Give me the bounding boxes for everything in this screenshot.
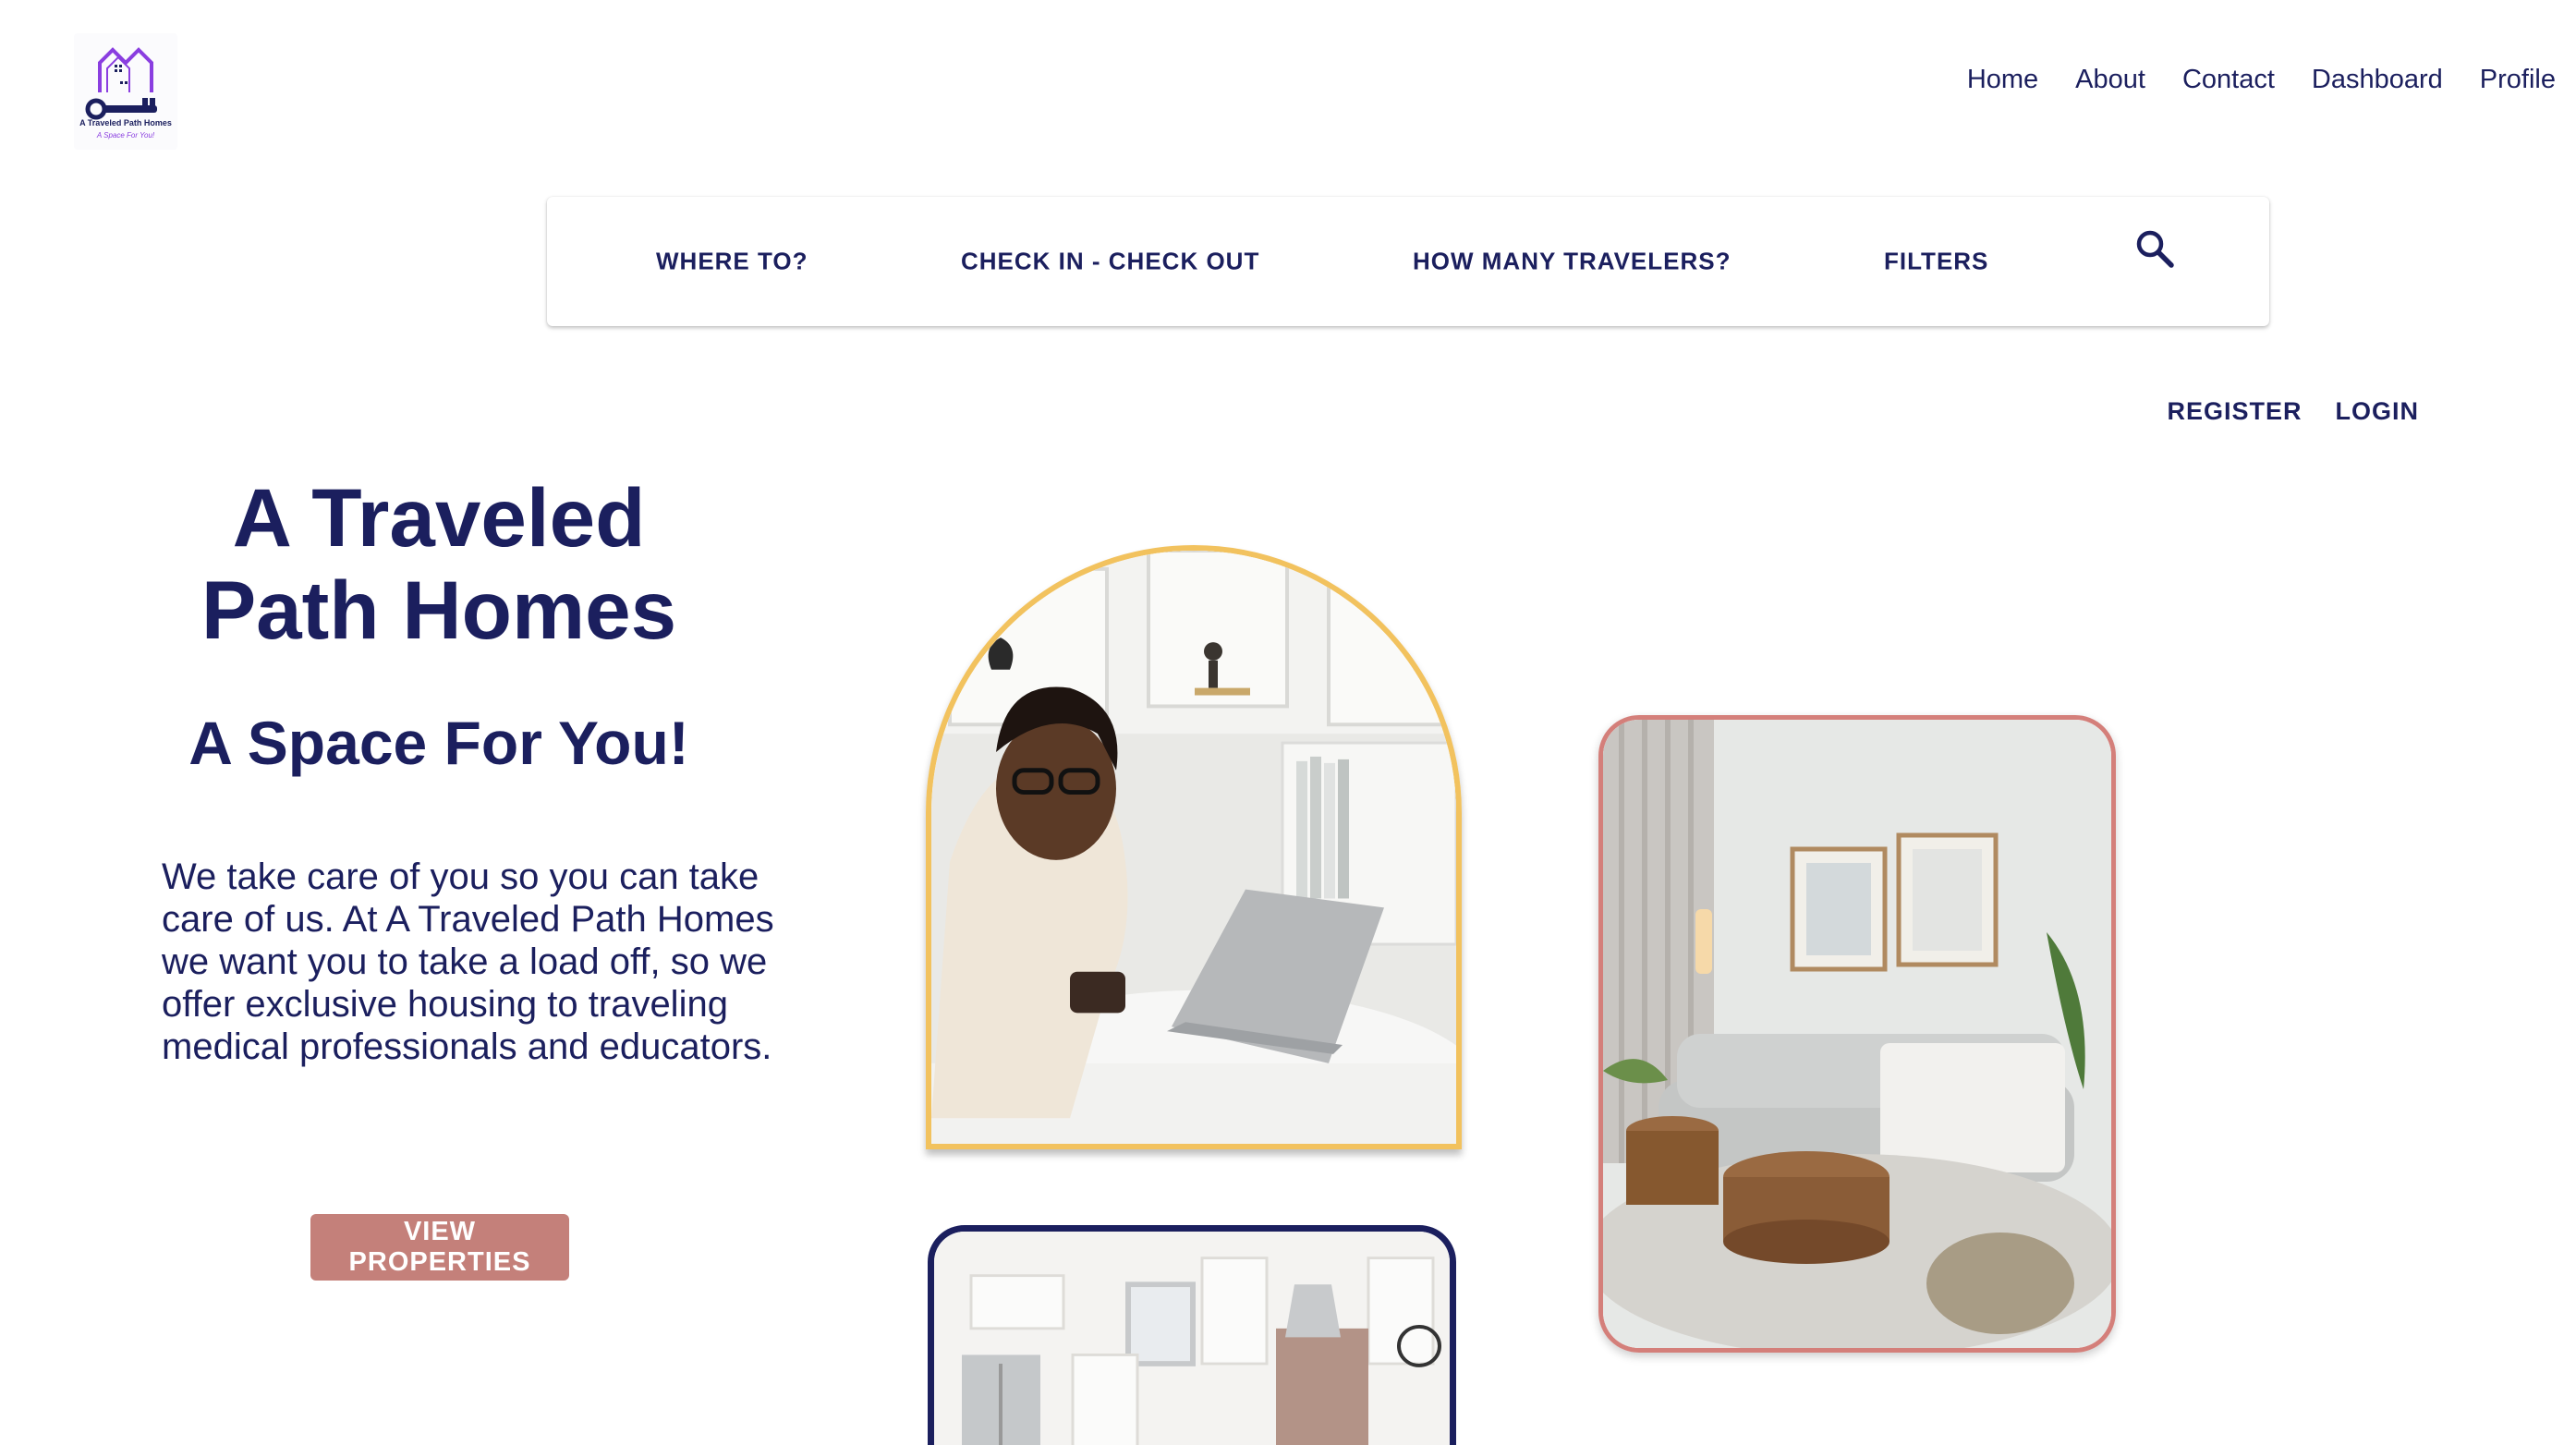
view-properties-button[interactable]: VIEW PROPERTIES <box>310 1214 569 1281</box>
kitchen-photo <box>928 1225 1456 1445</box>
nav-contact-link[interactable]: Contact <box>2182 65 2275 95</box>
login-link[interactable]: LOGIN <box>2336 397 2420 426</box>
filters-button[interactable]: FILTERS <box>1884 248 1988 276</box>
hero-subtitle: A Space For You! <box>188 709 689 777</box>
woman-laptop-photo <box>926 545 1462 1149</box>
nav-profile-link[interactable]: Profile <box>2480 65 2556 95</box>
nav-home-link[interactable]: Home <box>1967 65 2038 95</box>
where-to-field[interactable]: WHERE TO? <box>656 248 808 276</box>
hero-title: A Traveled Path Homes <box>129 471 748 656</box>
brand-logo[interactable]: A Traveled Path Homes A Space For You! <box>74 33 177 150</box>
logo-tagline: A Space For You! <box>96 131 155 140</box>
register-link[interactable]: REGISTER <box>2167 397 2302 426</box>
hero-title-line-1: A Traveled <box>232 471 646 564</box>
auth-links: REGISTER LOGIN <box>2167 397 2419 426</box>
search-icon[interactable] <box>2132 226 2179 273</box>
logo-title: A Traveled Path Homes <box>79 118 172 128</box>
top-nav: Home About Contact Dashboard Profile <box>1967 65 2556 95</box>
check-in-check-out-field[interactable]: CHECK IN - CHECK OUT <box>961 248 1259 276</box>
hero-title-line-2: Path Homes <box>200 564 677 656</box>
house-key-icon <box>85 47 157 120</box>
search-bar: WHERE TO? CHECK IN - CHECK OUT HOW MANY … <box>547 197 2269 326</box>
travelers-field[interactable]: HOW MANY TRAVELERS? <box>1413 248 1731 276</box>
nav-about-link[interactable]: About <box>2075 65 2145 95</box>
nav-dashboard-link[interactable]: Dashboard <box>2312 65 2443 95</box>
living-room-photo <box>1598 715 2116 1353</box>
hero-description: We take care of you so you can take care… <box>162 856 774 1067</box>
